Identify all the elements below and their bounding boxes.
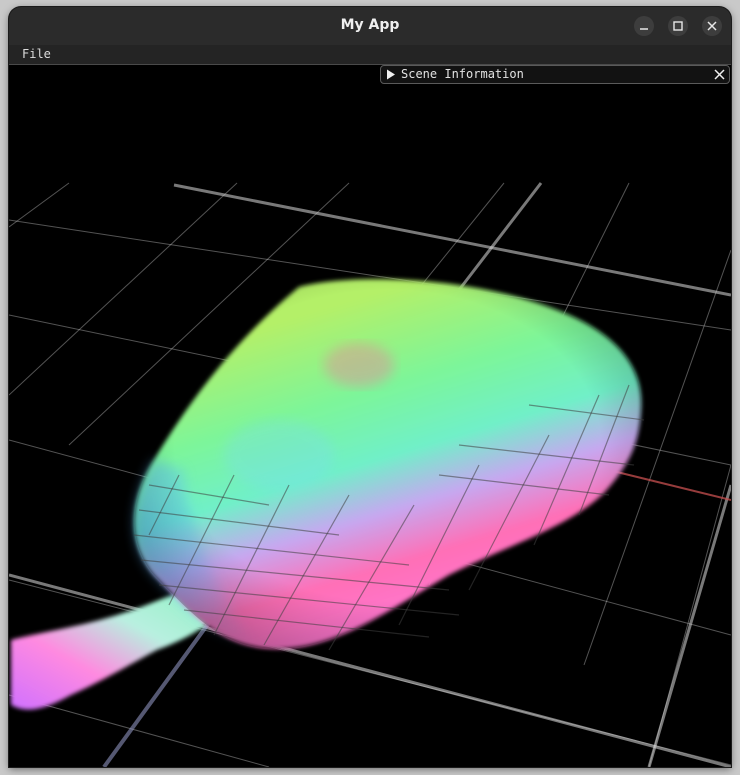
scene-information-panel[interactable]: Scene Information bbox=[380, 65, 730, 84]
maximize-button[interactable] bbox=[668, 16, 688, 36]
triangle-right-icon[interactable] bbox=[386, 69, 396, 80]
window-title: My App bbox=[340, 17, 400, 33]
maximize-icon bbox=[673, 21, 683, 31]
menu-file[interactable]: File bbox=[22, 46, 51, 63]
3d-viewport[interactable] bbox=[9, 65, 731, 767]
close-icon[interactable] bbox=[714, 69, 725, 80]
menu-bar: File bbox=[9, 45, 731, 65]
panel-title: Scene Information bbox=[401, 67, 524, 81]
minimize-button[interactable] bbox=[634, 16, 654, 36]
close-icon bbox=[707, 21, 717, 31]
close-button[interactable] bbox=[702, 16, 722, 36]
app-window: My App File Scene Information bbox=[9, 7, 731, 767]
title-bar[interactable]: My App bbox=[9, 7, 731, 45]
minimize-icon bbox=[640, 28, 648, 30]
